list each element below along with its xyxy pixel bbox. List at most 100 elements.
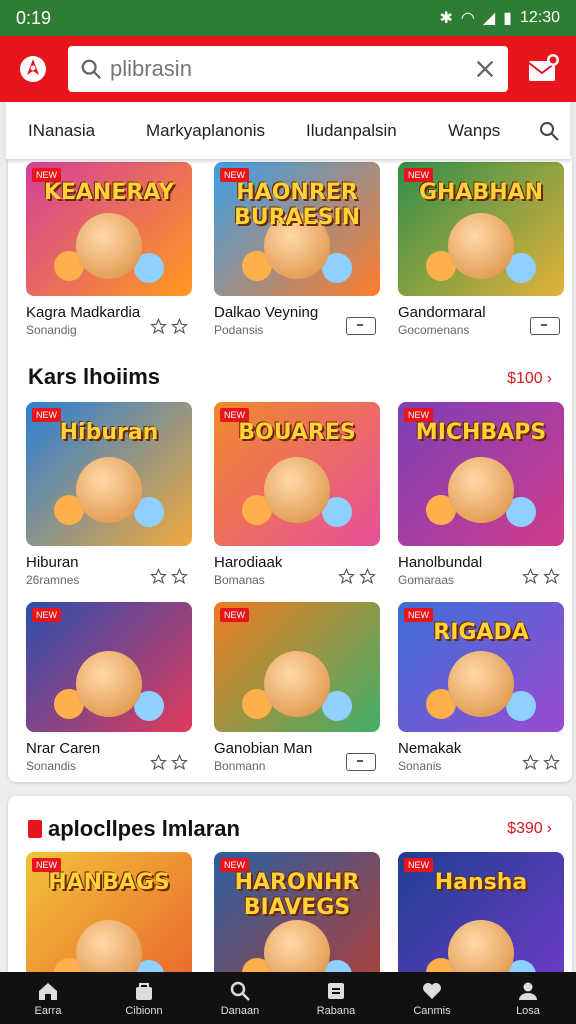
nav-label: Earra [34, 1005, 62, 1017]
rating [150, 754, 188, 771]
nav-item-1[interactable]: Cibionn [104, 979, 184, 1017]
star-icon[interactable] [522, 568, 539, 585]
section-title: Kars lhoiims [28, 364, 161, 389]
star-icon[interactable] [171, 568, 188, 585]
nav-item-2[interactable]: Danaan [200, 979, 280, 1017]
character-illustration [76, 213, 142, 279]
app-bar [0, 36, 576, 102]
controller-icon [346, 753, 376, 771]
heart-icon [423, 983, 441, 999]
bottom-navigation: Earra Cibionn Danaan Rabana Canmis Losa [0, 972, 576, 1024]
game-thumbnail[interactable]: NEW KEANERAY [26, 162, 192, 296]
controller-icon[interactable] [346, 317, 376, 335]
app-logo-icon[interactable] [10, 46, 56, 92]
game-tile[interactable]: NEW Hiburan Hiburan 26ramnes [26, 402, 192, 587]
status-time: 0:19 [16, 7, 52, 28]
star-icon[interactable] [543, 568, 560, 585]
nav-item-4[interactable]: Canmis [392, 979, 472, 1017]
game-tile[interactable]: NEW HAONRER BURAESIN Dalkao Veyning Podansi… [214, 162, 380, 337]
star-icon[interactable] [171, 754, 188, 771]
tab-3[interactable]: Iludanpalsin [306, 121, 397, 141]
rating [150, 568, 188, 585]
game-thumbnail[interactable]: NEW HAONRER BURAESIN [214, 162, 380, 296]
nav-label: Canmis [413, 1005, 451, 1017]
game-tile[interactable]: NEW BOUARES Harodiaak Bomanas [214, 402, 380, 587]
character-illustration [448, 457, 514, 523]
game-badge: NEW [32, 608, 61, 622]
game-thumbnail[interactable]: NEW RIGADA [398, 602, 564, 732]
wifi-icon: ◠ [460, 10, 475, 27]
game-tile[interactable]: NEW RIGADA Nemakak Sonanis [398, 602, 564, 773]
game-tile[interactable]: NEW Nrar Caren Sonandis [26, 602, 192, 773]
star-icon[interactable] [522, 754, 539, 771]
game-thumbnail[interactable]: NEW MICHBAPS [398, 402, 564, 546]
game-thumbnail[interactable]: NEW GHABHAN [398, 162, 564, 296]
chevron-right-icon: › [546, 820, 552, 837]
see-more-link-2[interactable]: $390 › [507, 820, 552, 838]
game-thumbnail[interactable]: NEW Hiburan [26, 402, 192, 546]
game-art-title: HARONHR BIAVEGS [234, 870, 360, 920]
star-icon[interactable] [150, 318, 167, 335]
star-icon[interactable] [150, 568, 167, 585]
game-thumbnail[interactable]: NEW [214, 602, 380, 732]
tab-4[interactable]: Wanps [448, 121, 500, 141]
controller-icon [530, 317, 560, 335]
tag-icon [28, 820, 42, 838]
nfc-icon: ✱ [439, 10, 453, 27]
home-icon [39, 983, 57, 1000]
status-icons: ✱ ◠ ◢ ▮ 12:30 [439, 8, 560, 28]
game-tile[interactable]: NEW Ganobian Man Bonmann [214, 602, 380, 773]
search-icon[interactable] [538, 120, 560, 142]
character-illustration [448, 213, 514, 279]
game-art-title: Hansha [434, 870, 528, 895]
category-tabs: INanasia Markyaplanonis Iludanpalsin Wan… [6, 102, 570, 160]
mail-icon [528, 54, 559, 81]
star-icon[interactable] [543, 754, 560, 771]
see-more-link[interactable]: $100 › [507, 370, 552, 388]
game-art-title: RIGADA [433, 620, 529, 645]
game-tile[interactable]: NEW KEANERAY Kagra Madkardia Sonandig [26, 162, 192, 337]
star-icon[interactable] [359, 568, 376, 585]
status-clock: 12:30 [519, 9, 560, 26]
signal-icon: ◢ [482, 10, 496, 27]
nav-label: Cibionn [125, 1005, 163, 1017]
rating [522, 754, 560, 771]
search-bar[interactable] [68, 46, 508, 92]
rating [338, 568, 376, 585]
nav-label: Rabana [316, 1005, 356, 1017]
controller-icon [346, 317, 376, 335]
character-illustration [76, 651, 142, 717]
notification-button[interactable] [520, 46, 566, 92]
close-icon[interactable] [474, 58, 496, 80]
game-art-title: MICHBAPS [415, 420, 547, 445]
character-illustration [264, 651, 330, 717]
controller-icon[interactable] [530, 317, 560, 335]
game-thumbnail[interactable]: NEW BOUARES [214, 402, 380, 546]
rating [150, 318, 188, 335]
controller-icon[interactable] [346, 753, 376, 771]
star-icon[interactable] [150, 754, 167, 771]
character-illustration [264, 457, 330, 523]
nav-item-3[interactable]: Rabana [296, 979, 376, 1017]
tab-1[interactable]: INanasia [28, 121, 95, 141]
search-input[interactable] [110, 56, 466, 82]
chevron-right-icon: › [546, 370, 552, 387]
tab-2[interactable]: Markyaplanonis [146, 121, 265, 141]
game-art-title: HAONRER BURAESIN [233, 180, 361, 230]
star-icon[interactable] [338, 568, 355, 585]
game-thumbnail[interactable]: NEW [26, 602, 192, 732]
games-card: NEW KEANERAY Kagra Madkardia Sonandig NEW HAO… [8, 150, 572, 782]
nav-label: Losa [516, 1005, 540, 1017]
game-tile[interactable]: NEW GHABHAN Gandormaral Gocomenans [398, 162, 564, 337]
game-tile[interactable]: NEW MICHBAPS Hanolbundal Gomaraas [398, 402, 564, 587]
section-header: Kars lhoiims [28, 364, 160, 390]
star-icon[interactable] [171, 318, 188, 335]
battery-icon: ▮ [503, 10, 512, 27]
nav-item-0[interactable]: Earra [8, 979, 88, 1017]
rating [522, 568, 560, 585]
search-icon [230, 981, 250, 1001]
see-more-label: $100 [507, 370, 543, 387]
nav-label: Danaan [220, 1005, 260, 1017]
nav-item-5[interactable]: Losa [488, 979, 568, 1017]
character-illustration [448, 651, 514, 717]
